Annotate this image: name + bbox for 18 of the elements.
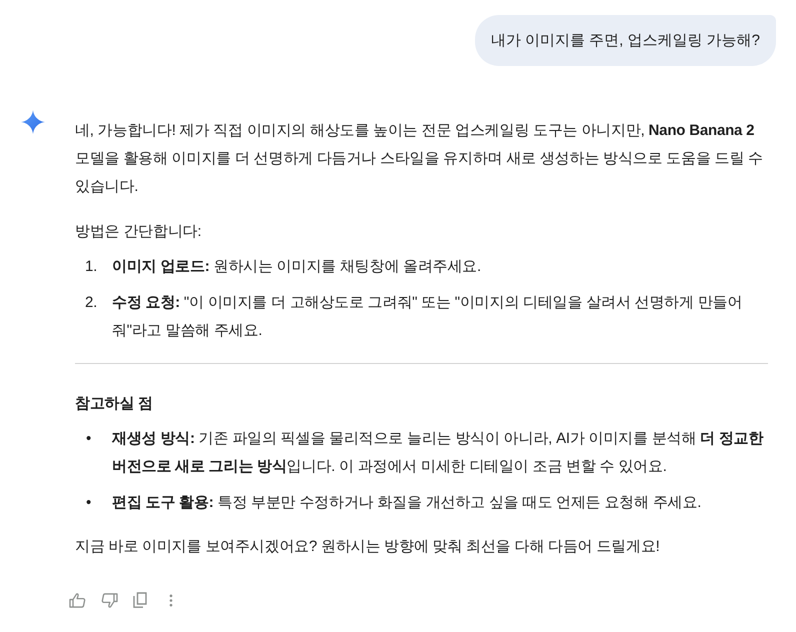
list-item-text: 이미지 업로드: 원하시는 이미지를 채팅창에 올려주세요. xyxy=(112,257,482,277)
response-paragraph: 방법은 간단합니다: xyxy=(75,222,202,242)
section-heading: 참고하실 점 xyxy=(75,394,154,414)
bullet-marker: • xyxy=(86,429,92,449)
more-options-icon[interactable] xyxy=(169,594,173,606)
thumbs-up-icon[interactable] xyxy=(69,592,86,608)
bullet-marker: • xyxy=(86,493,92,513)
list-number: 1. xyxy=(85,257,98,277)
thumbs-down-icon[interactable] xyxy=(101,592,118,608)
user-message-bubble: 내가 이미지를 주면, 업스케일링 가능해? xyxy=(474,15,776,66)
response-paragraph: 지금 바로 이미지를 보여주시겠어요? 원하시는 방향에 맞춰 최선을 다해 다듬어 드릴게요! xyxy=(75,537,661,557)
list-item-text: 편집 도구 활용: 특정 부분만 수정하거나 화질을 개선하고 싶을 때도 언제든 요청해 주세요. xyxy=(112,493,702,513)
list-item-text: 재생성 방식: 기존 파일의 픽셀을 물리적으로 늘리는 방식이 아니라, AI가 이미지를 분석해 더 정교한 버전으로 새로 그리는 방식입니다. 이 과정에서 미세한 디테일이 조금 변할 수 있어요. xyxy=(112,429,764,477)
list-item-text: 수정 요청: "이 이미지를 더 고해상도로 그려줘" 또는 "이미지의 디테일을 살려서 선명하게 만들어 줘"라고 말씀해 주세요. xyxy=(112,293,744,341)
copy-icon[interactable] xyxy=(133,592,147,608)
list-number: 2. xyxy=(85,293,98,313)
sparkle-icon xyxy=(21,110,45,134)
response-paragraph: 네, 가능합니다! 제가 직접 이미지의 해상도를 높이는 전문 업스케일링 도구는 아니지만, Nano Banana 2 모델을 활용해 이미지를 더 선명하게 다듬거나 스타일을 유지하며 새로 생성하는 방식으로 도움을 드릴 수 있습니다. xyxy=(75,121,764,197)
